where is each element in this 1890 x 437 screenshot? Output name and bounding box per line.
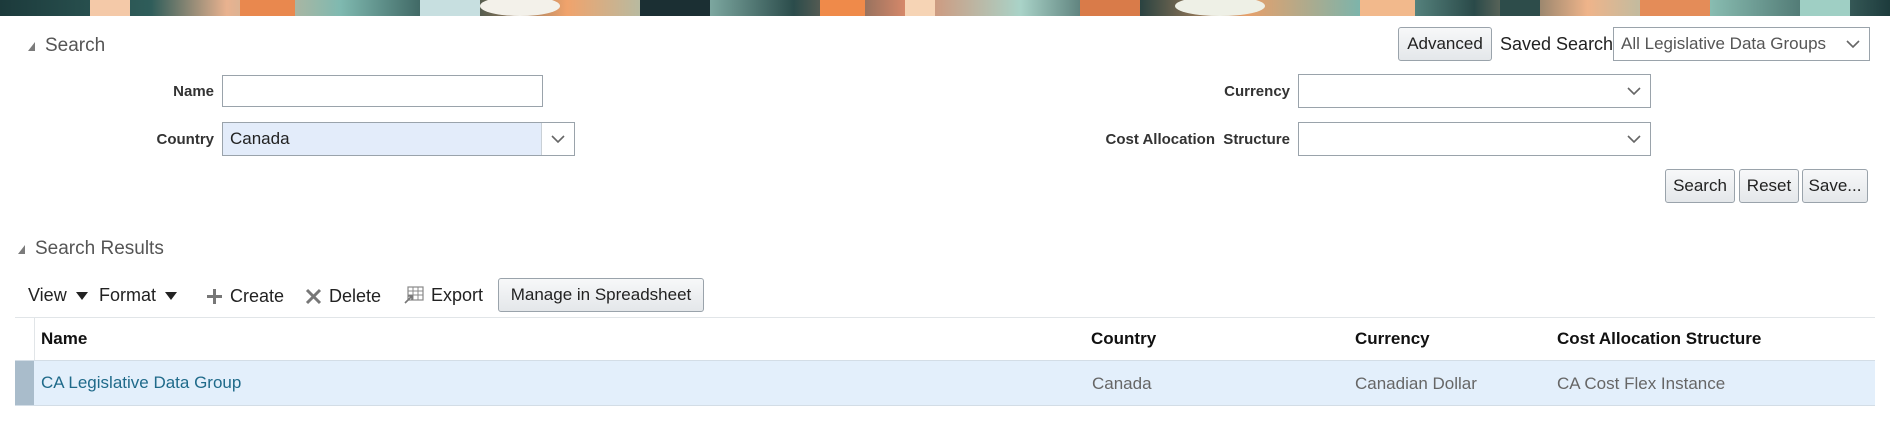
format-menu-label: Format: [99, 285, 157, 305]
export-button-label: Export: [431, 285, 484, 305]
save-button[interactable]: Save...: [1802, 169, 1868, 203]
row-name-link[interactable]: CA Legislative Data Group: [41, 373, 241, 393]
row-selection-marker[interactable]: [15, 361, 34, 405]
saved-search-select[interactable]: All Legislative Data Groups: [1613, 27, 1870, 61]
manage-spreadsheet-button[interactable]: Manage in Spreadsheet: [498, 278, 704, 312]
column-header-currency[interactable]: Currency: [1355, 329, 1430, 349]
name-input[interactable]: [222, 75, 543, 107]
cost-allocation-select[interactable]: [1298, 122, 1651, 156]
row-country: Canada: [1092, 374, 1152, 393]
column-header-country[interactable]: Country: [1091, 329, 1156, 349]
delete-button[interactable]: Delete: [305, 286, 381, 307]
collapse-triangle-icon[interactable]: [28, 41, 35, 51]
currency-select[interactable]: [1298, 74, 1651, 108]
save-button-label: Save...: [1808, 176, 1862, 195]
create-button-label: Create: [230, 286, 285, 306]
cost-allocation-value: [1299, 123, 1618, 155]
currency-label: Currency: [1224, 83, 1290, 100]
delete-x-icon: [305, 288, 322, 305]
format-menu[interactable]: Format: [99, 285, 184, 306]
banner-pattern-icon: [90, 0, 1850, 16]
country-value: Canada: [223, 123, 541, 155]
collapse-triangle-icon[interactable]: [18, 244, 25, 254]
name-label: Name: [173, 83, 214, 100]
country-label: Country: [156, 131, 215, 148]
create-button[interactable]: Create: [206, 286, 284, 307]
country-select[interactable]: Canada: [222, 122, 575, 156]
caret-down-icon: [165, 291, 178, 300]
manage-spreadsheet-label: Manage in Spreadsheet: [510, 285, 692, 304]
advanced-button[interactable]: Advanced: [1398, 27, 1492, 61]
column-header-name[interactable]: Name: [41, 329, 87, 349]
table-top-border: [15, 317, 1875, 318]
saved-search-label: Saved Search: [1500, 34, 1614, 54]
row-cost-allocation: CA Cost Flex Instance: [1557, 374, 1726, 393]
search-button-label: Search: [1673, 176, 1727, 195]
chevron-down-icon[interactable]: [1837, 28, 1869, 60]
results-section-header[interactable]: Search Results: [18, 238, 164, 260]
chevron-down-icon[interactable]: [541, 123, 574, 155]
caret-down-icon: [75, 291, 88, 300]
cost-allocation-label: Cost Allocation Structure: [1105, 131, 1290, 148]
reset-button[interactable]: Reset: [1739, 169, 1799, 203]
delete-button-label: Delete: [329, 286, 382, 306]
plus-icon: [207, 289, 222, 304]
advanced-button-label: Advanced: [1407, 34, 1483, 53]
row-currency: Canadian Dollar: [1355, 374, 1477, 393]
chevron-down-icon[interactable]: [1618, 75, 1650, 107]
column-header-cost-allocation[interactable]: Cost Allocation Structure: [1557, 329, 1761, 349]
results-section-title: Search Results: [35, 238, 164, 259]
export-button[interactable]: Export: [404, 285, 483, 306]
view-menu-label: View: [28, 285, 67, 305]
chevron-down-icon[interactable]: [1618, 123, 1650, 155]
header-banner: [0, 0, 1890, 16]
table-row[interactable]: CA Legislative Data Group Canada Canadia…: [15, 360, 1875, 406]
reset-button-label: Reset: [1746, 176, 1792, 195]
saved-search-value: All Legislative Data Groups: [1621, 34, 1827, 53]
search-button[interactable]: Search: [1665, 169, 1735, 203]
search-section-header[interactable]: Search: [28, 35, 105, 57]
search-section-title: Search: [45, 35, 106, 56]
currency-value: [1299, 75, 1618, 107]
export-spreadsheet-icon: [404, 286, 424, 304]
view-menu[interactable]: View: [28, 285, 95, 306]
